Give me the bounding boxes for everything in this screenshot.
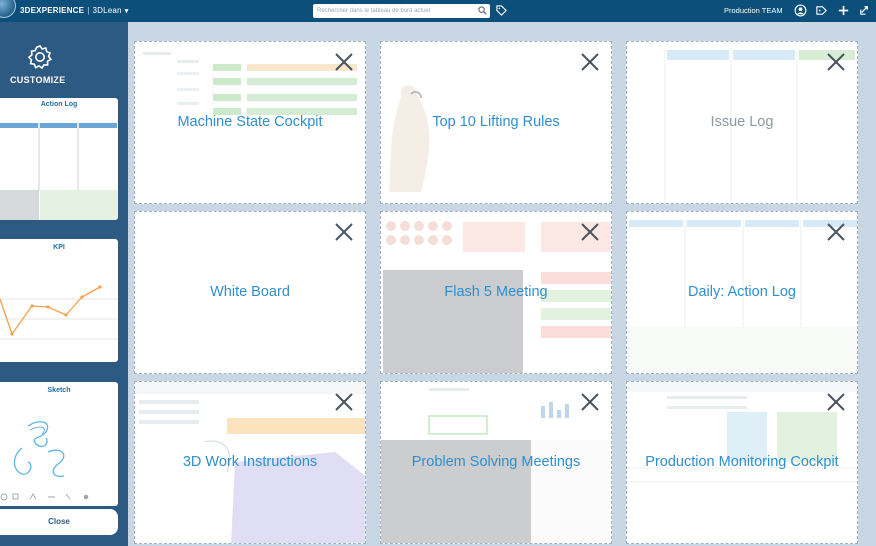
widget-card-label: KPI xyxy=(53,244,65,251)
tile-3d-work-instructions[interactable]: 3D Work Instructions xyxy=(134,381,366,544)
top-bar: 3DEXPERIENCE | 3DLean ▾ Rechercher dans le … xyxy=(0,0,876,22)
remove-tile-icon[interactable] xyxy=(333,391,355,413)
customize-panel: CUSTOMIZE Action Log KPI Sketch Close xyxy=(0,22,128,546)
tile-label: Top 10 Lifting Rules xyxy=(432,114,560,130)
app-name: 3DLean xyxy=(92,6,122,15)
remove-tile-icon[interactable] xyxy=(579,221,601,243)
tile-label: White Board xyxy=(210,284,290,300)
remove-tile-icon[interactable] xyxy=(579,391,601,413)
remove-tile-icon[interactable] xyxy=(825,221,847,243)
widget-card-label: Action Log xyxy=(40,101,78,108)
remove-tile-icon[interactable] xyxy=(579,51,601,73)
search-icon[interactable] xyxy=(478,6,487,15)
search-input[interactable]: Rechercher dans le tableau de bord actue… xyxy=(313,4,490,18)
widget-card-kpi[interactable]: KPI xyxy=(0,239,118,362)
tile-label: Machine State Cockpit xyxy=(177,114,323,130)
brand[interactable]: 3DEXPERIENCE | 3DLean ▾ xyxy=(20,6,128,15)
tile-production-monitoring-cockpit[interactable]: Production Monitoring Cockpit xyxy=(626,381,858,544)
widget-card-label: Sketch xyxy=(47,387,71,394)
tile-issue-log[interactable]: Issue Log xyxy=(626,41,858,204)
customize-title: CUSTOMIZE xyxy=(10,75,66,85)
brand-separator: | xyxy=(87,6,90,15)
tile-white-board[interactable]: White Board xyxy=(134,211,366,374)
help-icon[interactable] xyxy=(858,4,871,17)
brand-name: 3DEXPERIENCE xyxy=(20,6,85,15)
tile-label: Flash 5 Meeting xyxy=(444,284,548,300)
remove-tile-icon[interactable] xyxy=(825,51,847,73)
tile-label: Problem Solving Meetings xyxy=(411,454,581,470)
remove-tile-icon[interactable] xyxy=(333,221,355,243)
search-placeholder: Rechercher dans le tableau de bord actue… xyxy=(317,8,431,14)
sketch-thumbnail xyxy=(0,421,89,501)
user-name[interactable]: Production TEAM xyxy=(724,6,783,15)
tile-machine-state-cockpit[interactable]: Machine State Cockpit xyxy=(134,41,366,204)
action-log-thumbnail xyxy=(0,123,118,220)
tile-label: Daily: Action Log xyxy=(687,284,796,300)
remove-tile-icon[interactable] xyxy=(333,51,355,73)
tile-label: Production Monitoring Cockpit xyxy=(645,454,839,470)
tile-top-10-lifting-rules[interactable]: Top 10 Lifting Rules xyxy=(380,41,612,204)
chevron-down-icon[interactable]: ▾ xyxy=(125,7,129,15)
share-icon[interactable] xyxy=(815,4,828,17)
tile-label: Issue Log xyxy=(710,114,774,130)
widget-card-action-log[interactable]: Action Log xyxy=(0,98,118,220)
tile-daily-action-log[interactable]: Daily: Action Log xyxy=(626,211,858,374)
compass-logo[interactable] xyxy=(0,0,16,18)
close-button[interactable]: Close xyxy=(0,509,118,535)
add-icon[interactable] xyxy=(837,4,850,17)
remove-tile-icon[interactable] xyxy=(825,391,847,413)
gear-icon[interactable] xyxy=(27,44,53,70)
tile-problem-solving-meetings[interactable]: Problem Solving Meetings xyxy=(380,381,612,544)
widget-card-sketch[interactable]: Sketch xyxy=(0,382,118,506)
kpi-thumbnail xyxy=(0,285,118,340)
tile-label: 3D Work Instructions xyxy=(182,454,318,470)
tag-icon[interactable] xyxy=(496,5,507,16)
tile-flash-5-meeting[interactable]: Flash 5 Meeting xyxy=(380,211,612,374)
user-icon[interactable] xyxy=(794,4,807,17)
